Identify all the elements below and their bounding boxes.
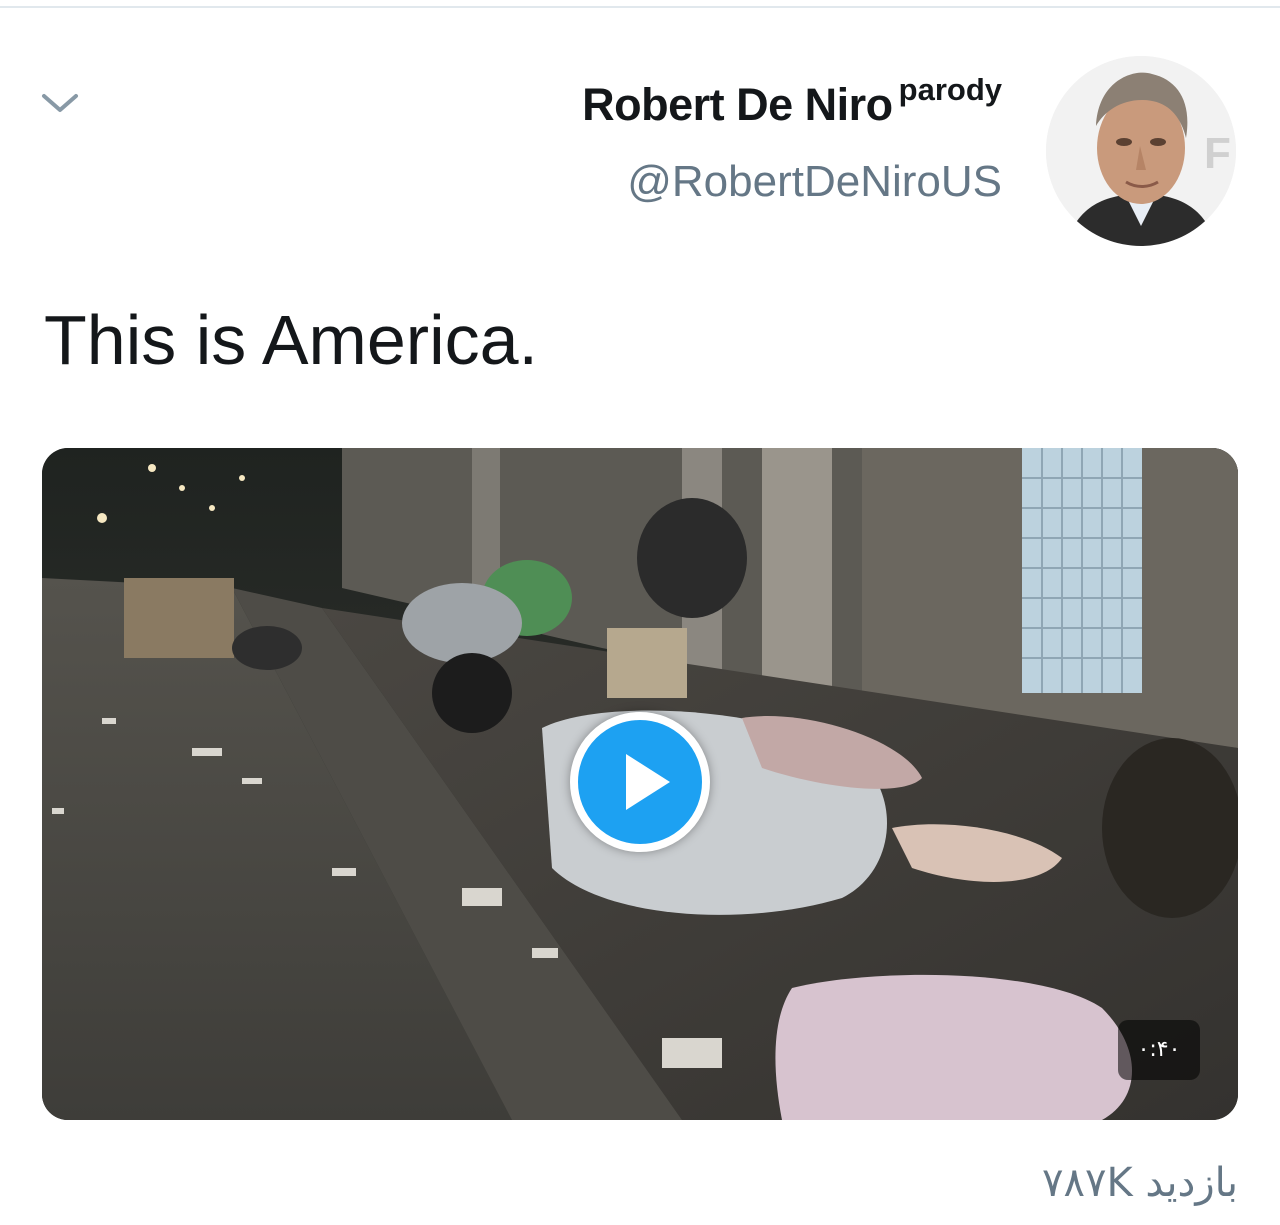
avatar[interactable]: F [1046, 56, 1236, 246]
view-count: ۷۸۷K بازدید [1042, 1160, 1238, 1206]
svg-text:F: F [1204, 129, 1231, 178]
name-row: Robert De Niro parody [582, 72, 1002, 131]
tweet-text: This is America. [44, 301, 538, 379]
display-name[interactable]: Robert De Niro [582, 79, 893, 130]
parody-badge: parody [898, 72, 1002, 107]
chevron-down-icon[interactable] [36, 84, 84, 124]
top-divider [0, 6, 1280, 8]
tweet-header: Robert De Niro parody @RobertDeNiroUS [582, 72, 1002, 207]
play-icon [626, 754, 670, 810]
profile-photo-icon: F [1046, 56, 1236, 246]
play-button[interactable] [570, 712, 710, 852]
user-handle[interactable]: @RobertDeNiroUS [582, 157, 1002, 207]
video-duration-badge: ۰:۴۰ [1118, 1020, 1200, 1080]
